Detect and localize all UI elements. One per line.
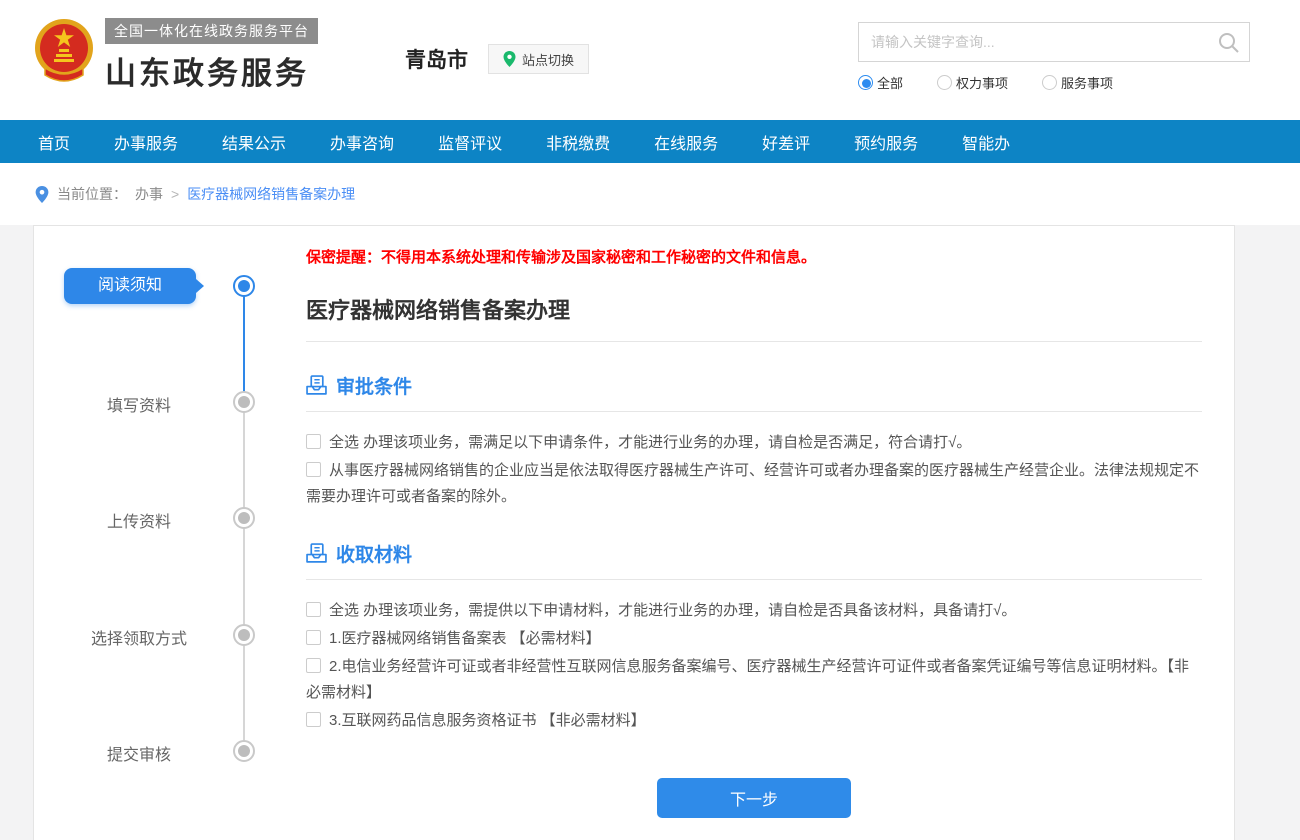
checkbox[interactable]: [306, 462, 321, 477]
radio-icon[interactable]: [937, 75, 952, 90]
search-filter[interactable]: 全部: [858, 73, 903, 92]
main-content: 保密提醒：不得用本系统处理和传输涉及国家秘密和工作秘密的文件和信息。 医疗器械网…: [294, 226, 1234, 840]
breadcrumb-prefix: 当前位置：: [57, 184, 127, 204]
checkbox[interactable]: [306, 602, 321, 617]
main-nav: 首页 办事服务 结果公示 办事咨询 监督评议 非税缴费 在线服务 好差评 预约服务 智能办: [0, 120, 1300, 163]
national-emblem-icon: [33, 18, 95, 86]
nav-item[interactable]: 预约服务: [854, 130, 918, 154]
content-section: 收取材料全选 办理该项业务，需提供以下申请材料，才能进行业务的办理，请自检是否具…: [306, 540, 1202, 734]
checkbox-row: 3.互联网药品信息服务资格证书 【非必需材料】: [306, 708, 1202, 734]
nav-item[interactable]: 办事服务: [114, 130, 178, 154]
step-circle: [233, 275, 255, 297]
step-label: 提交审核: [54, 741, 224, 765]
filter-label: 权力事项: [956, 73, 1008, 92]
checkbox-text: 3.互联网药品信息服务资格证书 【非必需材料】: [329, 712, 646, 729]
filter-label: 服务事项: [1061, 73, 1113, 92]
security-notice: 保密提醒：不得用本系统处理和传输涉及国家秘密和工作秘密的文件和信息。: [306, 246, 1202, 267]
radio-icon[interactable]: [1042, 75, 1057, 90]
nav-item[interactable]: 在线服务: [654, 130, 718, 154]
section-heading: 收取材料: [306, 540, 1202, 580]
checkbox-row: 从事医疗器械网络销售的企业应当是依法取得医疗器械生产许可、经营许可或者办理备案的…: [306, 458, 1202, 510]
nav-item[interactable]: 监督评议: [438, 130, 502, 154]
filter-label: 全部: [877, 73, 903, 92]
nav-item[interactable]: 首页: [38, 130, 70, 154]
site-name: 山东政务服务: [105, 48, 318, 93]
platform-badge: 全国一体化在线政务服务平台: [105, 18, 318, 44]
step-label: 上传资料: [54, 508, 224, 532]
location-pin-icon: [35, 186, 49, 203]
radio-icon[interactable]: [858, 75, 873, 90]
nav-item[interactable]: 智能办: [962, 130, 1010, 154]
site-header: 全国一体化在线政务服务平台 山东政务服务 青岛市 站点切换 全部 权力事项 服务事项: [0, 0, 1300, 120]
content-section: 审批条件全选 办理该项业务，需满足以下申请条件，才能进行业务的办理，请自检是否满…: [306, 372, 1202, 510]
section-heading: 审批条件: [306, 372, 1202, 412]
checkbox[interactable]: [306, 630, 321, 645]
nav-item[interactable]: 非税缴费: [546, 130, 610, 154]
inbox-doc-icon: [306, 543, 327, 564]
step-active-pill: 阅读须知: [64, 268, 196, 304]
checkbox[interactable]: [306, 712, 321, 727]
checkbox-row: 2.电信业务经营许可证或者非经营性互联网信息服务备案编号、医疗器械生产经营许可证…: [306, 654, 1202, 706]
step-circle: [233, 624, 255, 646]
checkbox[interactable]: [306, 658, 321, 673]
step-label: 选择领取方式: [54, 625, 224, 649]
section-heading-label: 审批条件: [336, 372, 412, 399]
checkbox-row: 全选 办理该项业务，需提供以下申请材料，才能进行业务的办理，请自检是否具备该材料…: [306, 598, 1202, 624]
nav-item[interactable]: 办事咨询: [330, 130, 394, 154]
checkbox-row: 1.医疗器械网络销售备案表 【必需材料】: [306, 626, 1202, 652]
step-circle: [233, 507, 255, 529]
step-label: 填写资料: [54, 392, 224, 416]
search-filter[interactable]: 权力事项: [937, 73, 1008, 92]
breadcrumb-section[interactable]: 办事: [135, 184, 163, 204]
steps-sidebar: 阅读须知填写资料上传资料选择领取方式提交审核: [34, 226, 294, 840]
page-background: 阅读须知填写资料上传资料选择领取方式提交审核 保密提醒：不得用本系统处理和传输涉…: [0, 225, 1300, 840]
content-card: 阅读须知填写资料上传资料选择领取方式提交审核 保密提醒：不得用本系统处理和传输涉…: [33, 225, 1235, 840]
location-pin-icon: [503, 51, 516, 67]
search-filter[interactable]: 服务事项: [1042, 73, 1113, 92]
checkbox-row: 全选 办理该项业务，需满足以下申请条件，才能进行业务的办理，请自检是否满足，符合…: [306, 430, 1202, 456]
checkbox-text: 1.医疗器械网络销售备案表 【必需材料】: [329, 630, 601, 647]
checkbox-text: 全选 办理该项业务，需满足以下申请条件，才能进行业务的办理，请自检是否满足，符合…: [329, 434, 971, 451]
checkbox[interactable]: [306, 434, 321, 449]
checkbox-text: 从事医疗器械网络销售的企业应当是依法取得医疗器械生产许可、经营许可或者办理备案的…: [306, 462, 1199, 505]
search-icon[interactable]: [1217, 31, 1241, 55]
breadcrumb: 当前位置： 办事 > 医疗器械网络销售备案办理: [0, 163, 1300, 225]
section-heading-label: 收取材料: [336, 540, 412, 567]
search-box: [858, 22, 1250, 62]
site-logo: 全国一体化在线政务服务平台 山东政务服务: [33, 18, 318, 93]
timeline-connector: [243, 402, 245, 751]
next-step-button[interactable]: 下一步: [657, 778, 851, 818]
nav-item[interactable]: 结果公示: [222, 130, 286, 154]
inbox-doc-icon: [306, 375, 327, 396]
checkbox-text: 2.电信业务经营许可证或者非经营性互联网信息服务备案编号、医疗器械生产经营许可证…: [306, 658, 1189, 701]
breadcrumb-separator: >: [171, 186, 179, 202]
step-circle: [233, 391, 255, 413]
search-filter-group: 全部 权力事项 服务事项: [858, 73, 1250, 92]
page-title: 医疗器械网络销售备案办理: [306, 293, 1202, 342]
city-name: 青岛市: [405, 44, 468, 74]
step-circle: [233, 740, 255, 762]
checkbox-text: 全选 办理该项业务，需提供以下申请材料，才能进行业务的办理，请自检是否具备该材料…: [329, 602, 1016, 619]
site-switch-button[interactable]: 站点切换: [488, 44, 589, 74]
search-input[interactable]: [859, 23, 1249, 61]
nav-item[interactable]: 好差评: [762, 130, 810, 154]
timeline-connector: [243, 286, 245, 402]
breadcrumb-current[interactable]: 医疗器械网络销售备案办理: [187, 184, 355, 204]
site-switch-label: 站点切换: [522, 50, 574, 69]
